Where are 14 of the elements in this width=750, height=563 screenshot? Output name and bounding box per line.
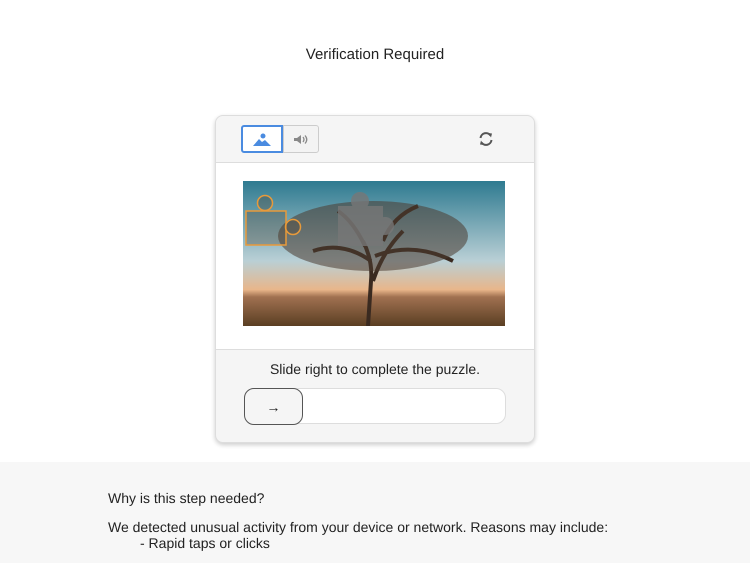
audio-mode-tab[interactable] (283, 125, 319, 153)
puzzle-piece (245, 194, 302, 246)
mountain-icon (253, 132, 271, 146)
info-heading: Why is this step needed? (108, 490, 266, 506)
puzzle-slot (338, 192, 394, 246)
refresh-icon (478, 131, 494, 147)
instruction-text: Slide right to complete the puzzle. (270, 361, 480, 377)
info-text: We detected unusual activity from your device or network. Reasons may include: (108, 519, 610, 535)
slider-handle[interactable]: → (244, 388, 303, 425)
reason-item: - Rapid taps or clicks (139, 535, 271, 551)
refresh-button[interactable] (478, 131, 494, 147)
page-title: Verification Required (306, 46, 444, 63)
image-mode-tab[interactable] (241, 125, 283, 153)
speaker-icon (294, 134, 308, 144)
